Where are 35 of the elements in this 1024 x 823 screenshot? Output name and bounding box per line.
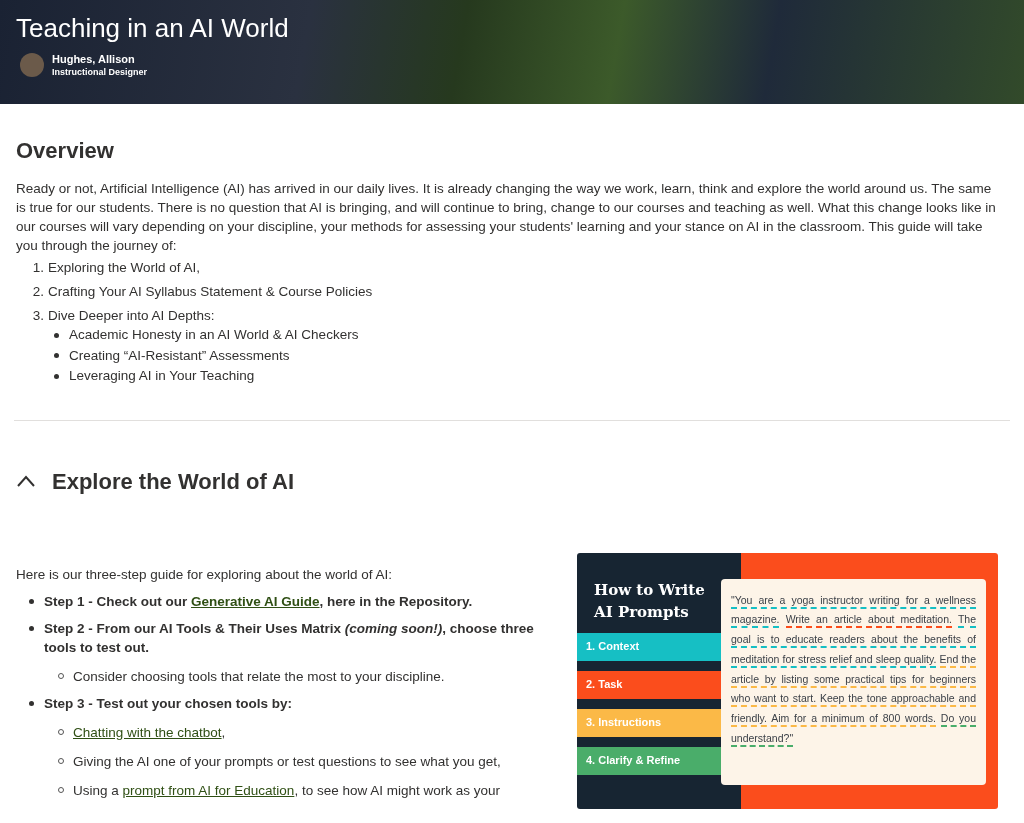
step-text: Step 2 - From our AI Tools & Their Uses Matrix (coming soon!), choose three tools to test out. — [44, 619, 535, 657]
list-item-text: Leveraging AI in Your Teaching — [69, 367, 255, 385]
sub-step-text: Chatting with the chatbot, — [73, 723, 226, 742]
bullet-icon — [54, 373, 59, 379]
step-text: Step 3 - Test out your chosen tools by: — [44, 694, 293, 713]
infographic-title: How to Write AI Prompts — [593, 579, 706, 623]
bullet-icon — [29, 700, 34, 706]
author-role: Instructional Designer — [52, 66, 148, 78]
page-title: Teaching in an AI World — [16, 12, 289, 44]
link[interactable]: Chatting with the chatbot — [73, 724, 222, 740]
list-number: 2. — [31, 283, 44, 301]
prompt-example: "You are a yoga instructor writing for a wellness magazine. Write an article about meditation. The goal is to educate readers about the benefits of meditation for stress relief and sleep quality. End the article by listing some practical tips for beginners who want to start. Keep the tone approachable and friendly. Aim for a minimum of 800 words. Do you understand?" — [721, 578, 986, 785]
overview-paragraph: Ready or not, Artificial Intelligence (AI) has arrived in our daily lives. It is already changing the way we work, learn, think and explore the world around us. The same is true for our students. There is no question that AI is bringing, and will continue to bring, change to our courses and teaching as well. What this change looks like in our courses will vary depending on your discipline, your methods for assessing your students' learning and your stance on AI in the classroom. This guide will take you through the journey of: — [16, 180, 997, 255]
author-name: Hughes, Allison — [52, 52, 136, 66]
list-item-text: Creating “AI-Resistant” Assessments — [69, 346, 290, 365]
bullet-icon — [29, 598, 34, 604]
section-heading: Overview — [16, 137, 114, 165]
sub-step-text: Consider choosing tools that relate the most to your discipline. — [73, 667, 445, 686]
link[interactable]: Generative AI Guide — [191, 593, 320, 609]
list-number: 3. — [31, 307, 44, 325]
list-item-text: Academic Honesty in an AI World & AI Checkers — [69, 326, 359, 344]
list-item-text: Exploring the World of AI, — [48, 259, 201, 277]
avatar — [20, 53, 44, 77]
bullet-icon — [54, 353, 59, 359]
list-number: 1. — [31, 259, 44, 277]
bullet-icon — [54, 332, 59, 338]
chevron-up-icon[interactable] — [16, 475, 36, 487]
list-item-text: Dive Deeper into AI Depths: — [48, 307, 215, 325]
intro-text: Here is our three-step guide for exploring about the world of AI: — [16, 565, 393, 584]
step-text: Step 1 - Check out our Generative AI Guide, here in the Repository. — [44, 592, 473, 611]
sub-step-text: Giving the AI one of your prompts or test questions to see what you get, — [73, 752, 501, 771]
sub-step-text: Using a prompt from AI for Education, to see how AI might work as your — [73, 781, 500, 800]
bullet-icon — [29, 625, 34, 631]
list-item-text: Crafting Your AI Syllabus Statement & Course Policies — [48, 283, 373, 301]
section-heading: Explore the World of AI — [52, 467, 294, 496]
